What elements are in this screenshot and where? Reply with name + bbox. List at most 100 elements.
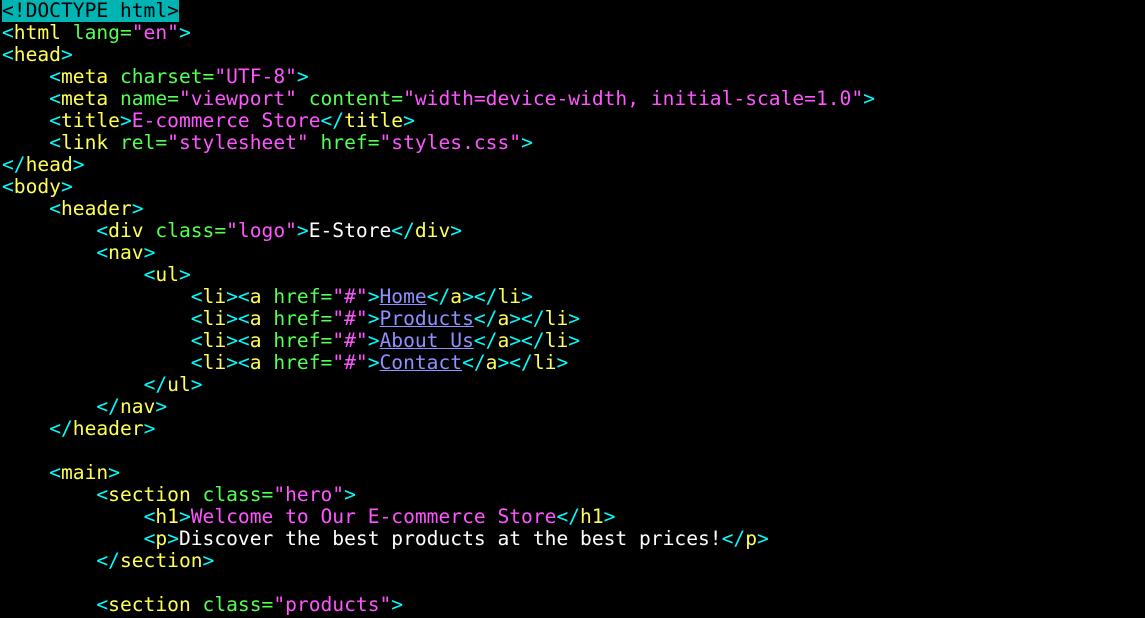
tag-bracket: </ [320,109,345,132]
text-content [2,417,49,440]
code-line[interactable]: <head> [2,44,875,66]
code-line[interactable]: <title>E-commerce Store</title> [2,110,875,132]
tag-bracket: < [96,219,109,242]
tag-bracket: > [296,219,309,242]
text-content [2,219,96,242]
tag-name: header [72,417,144,440]
tag-name: li [544,329,569,352]
code-line[interactable]: <header> [2,198,875,220]
tag-name: head [13,43,61,66]
attribute-value: "#" [332,285,368,308]
code-line[interactable] [2,572,875,594]
tag-bracket: > [863,87,875,110]
tag-bracket: > [367,351,380,374]
tag-bracket: < [49,131,61,154]
tag-bracket: ></ [509,329,545,352]
code-line[interactable]: </header> [2,418,875,440]
code-line[interactable]: </section> [2,550,875,572]
attribute-value: "UTF-8" [214,65,297,88]
attribute-value: "viewport" [178,87,297,110]
code-line[interactable]: </nav> [2,396,875,418]
tag-name: section [119,549,203,572]
code-line[interactable]: </head> [2,154,875,176]
code-line[interactable]: <ul> [2,264,875,286]
code-line[interactable]: <div class="logo">E-Store</div> [2,220,875,242]
tag-name: div [108,219,144,242]
tag-bracket: > [155,395,168,418]
code-line[interactable]: <nav> [2,242,875,264]
tag-name: li [202,285,227,308]
tag-bracket: < [49,65,61,88]
tag-bracket: </ [2,153,26,176]
attribute-value: "logo" [226,219,297,242]
tag-bracket: </ [473,307,498,330]
code-line[interactable]: <section class="hero"> [2,484,875,506]
tag-name: a [450,285,463,308]
tag-bracket: < [96,483,109,506]
code-line[interactable]: <link rel="stylesheet" href="styles.css"… [2,132,875,154]
code-line[interactable]: <meta charset="UTF-8"> [2,66,875,88]
tag-name: body [13,175,61,198]
tag-bracket: > [344,483,356,506]
text-content [2,329,191,352]
link-text[interactable]: Home [380,285,427,308]
attribute-name: href= [261,285,333,308]
editor-buffer[interactable]: <!DOCTYPE html> <html lang="en"> <head> <m… [2,0,875,616]
tag-bracket: > [391,593,404,616]
code-line[interactable]: <h1>Welcome to Our E-commerce Store</h1> [2,506,875,528]
text-content [2,351,191,374]
tag-name: meta [60,65,109,88]
tag-bracket: > [450,219,463,242]
tag-name: li [544,307,569,330]
attribute-name: rel= [108,131,168,154]
text-content [2,483,96,506]
text-content [2,65,49,88]
tag-bracket: > [60,175,73,198]
tag-bracket: > [190,373,203,396]
tag-name: title [344,109,404,132]
tag-name: p [155,527,168,550]
terminal-window[interactable]: <!DOCTYPE html> <html lang="en"> <head> <m… [0,0,1145,618]
tag-bracket: ></ [462,285,498,308]
tag-bracket: > [756,527,769,550]
code-line[interactable]: <p>Discover the best products at the bes… [2,528,875,550]
tag-bracket: > [296,65,309,88]
tag-bracket: < [190,307,203,330]
tag-bracket: </ [143,373,168,396]
text-content [2,241,96,264]
tag-name: meta [60,87,109,110]
tag-bracket: >< [226,329,250,352]
tag-name: li [202,351,227,374]
text-content: E-Store [308,219,392,242]
tag-name: p [745,527,757,550]
code-line[interactable]: <body> [2,176,875,198]
code-line[interactable]: <li><a href="#">Contact</a></li> [2,352,875,374]
link-text[interactable]: Products [380,307,474,330]
attribute-name: lang= [60,21,132,44]
code-line[interactable]: <li><a href="#">Home</a></li> [2,286,875,308]
tag-bracket: < [96,593,109,616]
tag-bracket: < [96,241,109,264]
code-line[interactable]: <main> [2,462,875,484]
text-content [2,461,49,484]
attribute-name: class= [143,219,227,242]
code-line[interactable]: <!DOCTYPE html> [2,0,875,22]
code-line[interactable]: <li><a href="#">Products</a></li> [2,308,875,330]
link-text[interactable]: Contact [380,351,463,374]
tag-bracket: ></ [509,307,545,330]
tag-bracket: > [367,329,380,352]
tag-bracket: > [60,43,73,66]
code-line[interactable]: <meta name="viewport" content="width=dev… [2,88,875,110]
tag-bracket: < [2,43,14,66]
code-line[interactable] [2,440,875,462]
code-line[interactable]: <li><a href="#">About Us</a></li> [2,330,875,352]
code-line[interactable]: <html lang="en"> [2,22,875,44]
attribute-value: "hero" [273,483,345,506]
tag-bracket: < [49,87,61,110]
link-text[interactable]: About Us [380,329,474,352]
code-line[interactable]: </ul> [2,374,875,396]
code-line[interactable]: <section class="products"> [2,594,875,616]
tag-name: ul [155,263,179,286]
tag-bracket: </ [96,395,120,418]
tag-name: main [60,461,109,484]
